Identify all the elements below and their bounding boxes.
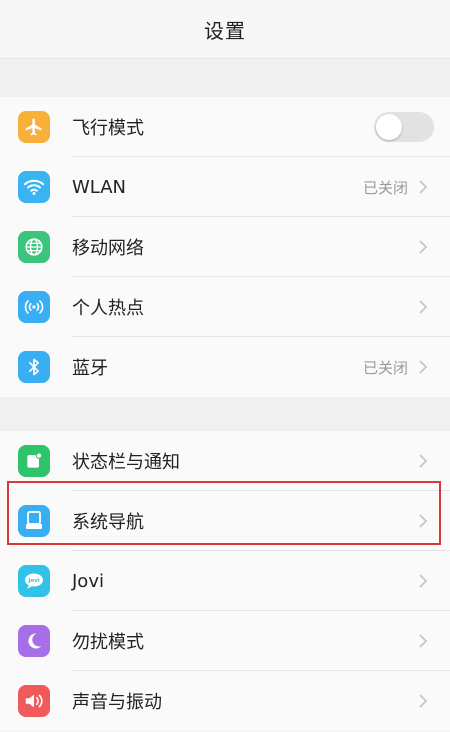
globe-icon [18, 231, 50, 263]
settings-item-label: 个人热点 [72, 298, 144, 319]
chevron-right-icon [414, 359, 432, 375]
settings-item-system-navigation[interactable]: 系统导航 [0, 491, 450, 551]
settings-item-wlan[interactable]: WLAN 已关闭 [0, 157, 450, 217]
wifi-icon [18, 171, 50, 203]
settings-item-label: 系统导航 [72, 512, 144, 533]
toggle-knob [376, 114, 402, 140]
settings-item-do-not-disturb[interactable]: 勿扰模式 [0, 611, 450, 671]
chevron-right-icon [414, 179, 432, 195]
jovi-icon: Jovi [18, 565, 50, 597]
chevron-right-icon [414, 513, 432, 529]
settings-header: 设置 [0, 0, 450, 59]
settings-item-label: 移动网络 [72, 238, 144, 259]
airplane-mode-toggle[interactable] [374, 112, 434, 142]
statusbar-icon [18, 445, 50, 477]
settings-item-label: 声音与振动 [72, 692, 162, 713]
airplane-icon [18, 111, 50, 143]
section-gap [0, 59, 450, 97]
chevron-right-icon [414, 239, 432, 255]
chevron-right-icon [414, 299, 432, 315]
settings-item-mobile-network[interactable]: 移动网络 [0, 217, 450, 277]
settings-item-label: WLAN [72, 176, 127, 198]
sound-icon [18, 685, 50, 717]
svg-text:Jovi: Jovi [27, 578, 39, 584]
moon-icon [18, 625, 50, 657]
page-title: 设置 [204, 18, 246, 43]
hotspot-icon [18, 291, 50, 323]
settings-group-system: 状态栏与通知 系统导航 Jovi Jovi 勿扰模式 声音与振动 [0, 431, 450, 731]
settings-item-airplane-mode[interactable]: 飞行模式 [0, 97, 450, 157]
chevron-right-icon [414, 573, 432, 589]
section-gap [0, 397, 450, 431]
settings-item-label: Jovi [72, 570, 104, 592]
settings-item-label: 飞行模式 [72, 118, 144, 139]
status-text: 已关闭 [362, 178, 408, 197]
navigation-icon [18, 505, 50, 537]
settings-group-network: 飞行模式 WLAN 已关闭 移动网络 个人热点 蓝牙 已关闭 [0, 97, 450, 397]
status-text: 已关闭 [362, 358, 408, 377]
settings-item-hotspot[interactable]: 个人热点 [0, 277, 450, 337]
settings-item-label: 勿扰模式 [72, 632, 144, 653]
chevron-right-icon [414, 453, 432, 469]
chevron-right-icon [414, 633, 432, 649]
settings-item-sound-vibration[interactable]: 声音与振动 [0, 671, 450, 731]
settings-item-statusbar-notifications[interactable]: 状态栏与通知 [0, 431, 450, 491]
settings-item-bluetooth[interactable]: 蓝牙 已关闭 [0, 337, 450, 397]
chevron-right-icon [414, 693, 432, 709]
bluetooth-icon [18, 351, 50, 383]
settings-item-label: 状态栏与通知 [72, 452, 180, 473]
settings-item-jovi[interactable]: Jovi Jovi [0, 551, 450, 611]
settings-item-label: 蓝牙 [72, 358, 108, 379]
